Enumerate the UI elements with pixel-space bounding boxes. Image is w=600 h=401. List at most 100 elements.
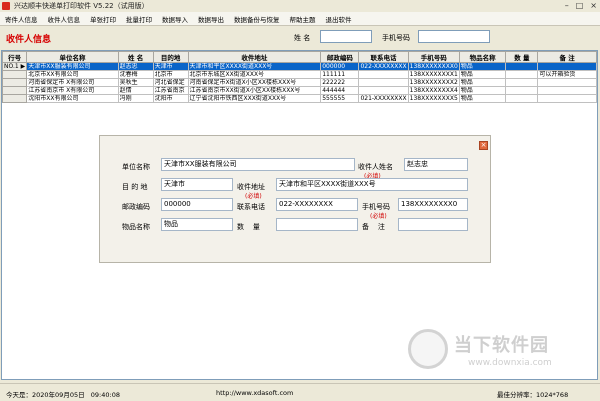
table-cell[interactable] (505, 86, 539, 95)
table-cell[interactable]: 河南省保定市 X有限公司 (26, 78, 119, 87)
table-cell[interactable]: 物品 (458, 70, 507, 79)
destination-input[interactable]: 天津市 (161, 178, 233, 191)
col-address[interactable]: 收件地址 (187, 51, 322, 63)
table-cell[interactable] (505, 94, 539, 103)
item-input[interactable]: 物品 (161, 218, 233, 231)
maximize-icon[interactable]: □ (576, 1, 584, 10)
table-cell[interactable]: 物品 (458, 86, 507, 95)
minimize-icon[interactable]: – (565, 1, 569, 10)
close-icon[interactable]: × (590, 1, 597, 10)
table-cell[interactable]: 天津市XX服装有限公司 (26, 62, 119, 71)
menu-data-import[interactable]: 数据导入 (162, 14, 188, 24)
table-cell[interactable]: 江苏省南京市 X有限公司 (26, 86, 119, 95)
name-search-input[interactable] (320, 30, 372, 43)
table-cell[interactable]: 000000 (320, 62, 360, 71)
status-url[interactable]: http://www.xdasoft.com (216, 389, 293, 397)
recipient-input[interactable]: 赵志忠 (404, 158, 468, 171)
table-row[interactable]: 江苏省南京市 X有限公司 赵情 江苏省南京 江苏省南京市XX街道X小区XX楼栋X… (2, 86, 597, 95)
table-cell[interactable]: 138XXXXXXXX0 (407, 62, 460, 71)
table-cell[interactable] (358, 70, 409, 79)
table-cell[interactable]: 赵志忠 (117, 62, 154, 71)
table-row[interactable]: 沈阳市XX有限公司 冯刚 沈阳市 辽宁省沈阳市铁西区XXX街道XXX号 5555… (2, 94, 597, 103)
close-icon[interactable]: × (479, 141, 488, 150)
col-mobile[interactable]: 手机号码 (407, 51, 460, 63)
col-zip[interactable]: 邮政编码 (320, 51, 360, 63)
note-input[interactable] (398, 218, 468, 231)
menu-help[interactable]: 帮助主题 (290, 14, 316, 24)
table-cell[interactable] (505, 78, 539, 87)
table-cell[interactable]: 111111 (320, 70, 360, 79)
table-cell[interactable]: 冯刚 (117, 94, 154, 103)
table-cell[interactable]: 江苏省南京市XX街道X小区XX楼栋XXX号 (187, 86, 322, 95)
table-cell[interactable]: 138XXXXXXXX5 (407, 94, 460, 103)
table-cell[interactable]: 138XXXXXXXX1 (407, 70, 460, 79)
table-cell[interactable]: 沈阳市 (152, 94, 189, 103)
table-cell[interactable]: 138XXXXXXXX4 (407, 86, 460, 95)
table-cell[interactable] (537, 94, 597, 103)
menu-recipient-info[interactable]: 收件人信息 (48, 14, 81, 24)
mobile-input[interactable]: 138XXXXXXXX0 (398, 198, 468, 211)
table-cell[interactable]: 河南省保定市X街道X小区XX楼栋XXX号 (187, 78, 322, 87)
menu-batch-print[interactable]: 批量打印 (126, 14, 152, 24)
menu-backup-restore[interactable]: 数据备份与恢复 (234, 14, 280, 24)
phone-search-input[interactable] (418, 30, 490, 43)
table-cell[interactable]: 138XXXXXXXX2 (407, 78, 460, 87)
table-cell[interactable]: 赵情 (117, 86, 154, 95)
table-cell[interactable]: 北京市 (152, 70, 189, 79)
table-cell[interactable]: 022-XXXXXXXX (358, 62, 409, 71)
note-label: 备 注 (362, 223, 385, 231)
title-bar: 兴达顺丰快递单打印软件 V5.22（试用版） – □ × (0, 0, 600, 12)
col-company[interactable]: 单位名称 (26, 51, 119, 63)
table-cell[interactable]: 021-XXXXXXXX (358, 94, 409, 103)
table-cell[interactable]: 物品 (458, 62, 507, 71)
table-cell[interactable]: 物品 (458, 94, 507, 103)
table-row[interactable]: 河南省保定市 X有限公司 吴秋生 河北省保定 河南省保定市X街道X小区XX楼栋X… (2, 78, 597, 87)
mobile-required: (必填) (370, 213, 387, 220)
menu-single-print[interactable]: 单张打印 (90, 14, 116, 24)
table-cell[interactable]: 物品 (458, 78, 507, 87)
col-item[interactable]: 物品名称 (458, 51, 507, 63)
table-cell[interactable] (358, 78, 409, 87)
table-cell[interactable]: 222222 (320, 78, 360, 87)
table-cell[interactable]: 天津市 (152, 62, 189, 71)
window-title: 兴达顺丰快递单打印软件 V5.22（试用版） (14, 2, 149, 10)
table-cell[interactable]: 沈春梅 (117, 70, 154, 79)
table-cell[interactable]: 北京市东城区XX街道XXX号 (187, 70, 322, 79)
col-qty[interactable]: 数 量 (505, 51, 539, 63)
table-cell[interactable]: 吴秋生 (117, 78, 154, 87)
watermark-url: www.downxia.com (468, 358, 552, 368)
tel-label: 联系电话 (237, 203, 265, 211)
table-cell[interactable]: 北京市XX有限公司 (26, 70, 119, 79)
col-destination[interactable]: 目的地 (152, 51, 189, 63)
menu-sender-info[interactable]: 寄件人信息 (5, 14, 38, 24)
table-cell[interactable]: 555555 (320, 94, 360, 103)
address-input[interactable]: 天津市和平区XXXX街道XXX号 (276, 178, 468, 191)
table-row[interactable]: NO.1 ▶ 天津市XX服装有限公司 赵志忠 天津市 天津市和平区XXXX街道X… (2, 62, 597, 71)
tel-input[interactable]: 022-XXXXXXXX (276, 198, 358, 211)
table-cell[interactable]: 河北省保定 (152, 78, 189, 87)
name-search-label: 姓 名 (294, 34, 311, 42)
table-cell[interactable] (505, 70, 539, 79)
col-name[interactable]: 姓 名 (117, 51, 154, 63)
zip-input[interactable]: 000000 (161, 198, 233, 211)
table-cell[interactable] (537, 78, 597, 87)
menu-exit[interactable]: 退出软件 (326, 14, 352, 24)
table-cell[interactable] (505, 62, 539, 71)
table-cell[interactable]: 444444 (320, 86, 360, 95)
table-cell[interactable] (358, 86, 409, 95)
table-cell[interactable]: 可以开箱验货 (537, 70, 597, 79)
quantity-input[interactable] (276, 218, 358, 231)
col-tel[interactable]: 联系电话 (358, 51, 409, 63)
menu-data-export[interactable]: 数据导出 (198, 14, 224, 24)
table-row[interactable]: 北京市XX有限公司 沈春梅 北京市 北京市东城区XX街道XXX号 111111 … (2, 70, 597, 79)
table-cell[interactable]: 辽宁省沈阳市铁西区XXX街道XXX号 (187, 94, 322, 103)
table-cell[interactable]: 天津市和平区XXXX街道XXX号 (187, 62, 322, 71)
table-cell[interactable]: 江苏省南京 (152, 86, 189, 95)
col-note[interactable]: 备 注 (537, 51, 597, 63)
company-input[interactable]: 天津市XX服装有限公司 (161, 158, 355, 171)
table-cell[interactable] (537, 62, 597, 71)
col-row-number[interactable]: 行号 (2, 51, 28, 63)
row-number-cell: NO.1 ▶ (2, 62, 28, 71)
table-cell[interactable] (537, 86, 597, 95)
table-cell[interactable]: 沈阳市XX有限公司 (26, 94, 119, 103)
